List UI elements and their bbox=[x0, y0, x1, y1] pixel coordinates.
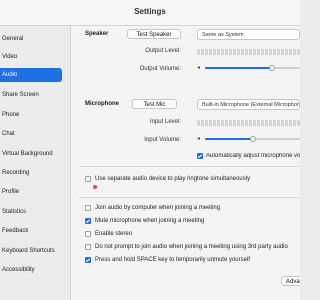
sidebar-item-audio[interactable]: Audio bbox=[0, 68, 62, 82]
sidebar-item-video[interactable]: Video bbox=[0, 50, 62, 64]
speaker-section-label: Speaker bbox=[85, 31, 109, 37]
sidebar-item-chat[interactable]: Chat bbox=[0, 127, 62, 141]
speaker-low-icon: ◂ bbox=[197, 65, 201, 71]
sidebar-item-label: Share Screen bbox=[2, 92, 39, 98]
join-audio-by-computer-checkbox[interactable] bbox=[85, 205, 91, 211]
separate-ringtone-device-label: Use separate audio device to play ringto… bbox=[95, 176, 251, 182]
sidebar-item-label: Keyboard Shortcuts bbox=[2, 248, 55, 254]
slider-fill bbox=[205, 138, 253, 140]
sidebar-item-label: Accessibility bbox=[2, 267, 35, 273]
sidebar-item-statistics[interactable]: Statistics bbox=[0, 205, 62, 219]
sidebar-item-label: Statistics bbox=[2, 209, 27, 215]
separate-ringtone-device-checkbox[interactable] bbox=[85, 176, 91, 182]
microphone-section-label: Microphone bbox=[85, 101, 119, 107]
slider-fill bbox=[205, 67, 272, 69]
input-volume-slider[interactable] bbox=[205, 135, 300, 143]
input-volume-label: Input Volume: bbox=[144, 137, 181, 143]
sidebar-item-accessibility[interactable]: Accessibility bbox=[0, 263, 62, 277]
sidebar-item-label: Chat bbox=[2, 131, 15, 137]
settings-window: Settings General Video Audio Share Scree… bbox=[0, 0, 300, 300]
sidebar-item-feedback[interactable]: Feedback bbox=[0, 224, 62, 238]
space-to-unmute-checkbox[interactable] bbox=[85, 257, 91, 263]
sidebar-item-label: Video bbox=[2, 54, 18, 60]
sidebar-item-label: Feedback bbox=[2, 228, 29, 234]
sidebar-item-label: Recording bbox=[2, 170, 30, 176]
sidebar-item-virtual-background[interactable]: Virtual Background bbox=[0, 147, 62, 161]
output-volume-label: Output Volume: bbox=[139, 66, 181, 72]
slider-thumb[interactable] bbox=[268, 65, 275, 71]
space-to-unmute-label: Press and hold SPACE key to temporarily … bbox=[95, 257, 250, 263]
divider bbox=[79, 197, 300, 198]
sidebar-item-phone[interactable]: Phone bbox=[0, 108, 62, 122]
audio-settings-panel: Speaker Test Speaker Same as System Outp… bbox=[71, 26, 300, 300]
sidebar-item-share-screen[interactable]: Share Screen bbox=[0, 88, 62, 102]
sidebar-item-keyboard-shortcuts[interactable]: Keyboard Shortcuts bbox=[0, 244, 62, 258]
sidebar-item-label: General bbox=[2, 36, 24, 42]
input-level-label: Input Level: bbox=[149, 119, 181, 125]
ringtone-alert-dot bbox=[93, 185, 97, 189]
sidebar-item-profile[interactable]: Profile bbox=[0, 185, 62, 199]
mute-mic-on-join-checkbox[interactable] bbox=[85, 218, 91, 224]
test-speaker-button[interactable]: Test Speaker bbox=[127, 29, 181, 39]
enable-stereo-checkbox[interactable] bbox=[85, 231, 91, 237]
test-mic-button[interactable]: Test Mic bbox=[132, 99, 177, 109]
auto-adjust-mic-checkbox[interactable] bbox=[197, 153, 203, 159]
advanced-button[interactable]: Advanced bbox=[281, 276, 300, 286]
sidebar: General Video Audio Share Screen Phone C… bbox=[0, 26, 71, 300]
window-title: Settings bbox=[134, 7, 166, 16]
output-volume-slider[interactable] bbox=[205, 64, 300, 72]
microphone-device-select[interactable]: Built-in Microphone (External Microphone… bbox=[197, 99, 300, 110]
no-prompt-third-party-audio-checkbox[interactable] bbox=[85, 244, 91, 250]
speaker-low-icon: ◂ bbox=[197, 136, 201, 142]
sidebar-item-general[interactable]: General bbox=[0, 32, 62, 46]
output-level-meter bbox=[197, 49, 300, 55]
divider bbox=[79, 166, 300, 167]
no-prompt-third-party-audio-label: Do not prompt to join audio when joining… bbox=[95, 244, 288, 250]
sidebar-item-label: Profile bbox=[2, 189, 20, 195]
title-bar: Settings bbox=[0, 0, 300, 26]
output-level-label: Output Level: bbox=[145, 48, 181, 54]
input-level-meter bbox=[197, 120, 300, 126]
sidebar-item-label: Audio bbox=[2, 72, 18, 78]
join-audio-by-computer-label: Join audio by computer when joining a me… bbox=[95, 205, 221, 211]
sidebar-item-label: Virtual Background bbox=[2, 151, 53, 157]
mute-mic-on-join-label: Mute microphone when joining a meeting bbox=[95, 218, 205, 224]
speaker-device-select[interactable]: Same as System bbox=[197, 29, 300, 40]
sidebar-item-recording[interactable]: Recording bbox=[0, 166, 62, 180]
sidebar-item-label: Phone bbox=[2, 112, 20, 118]
auto-adjust-mic-label: Automatically adjust microphone volume bbox=[206, 153, 300, 159]
slider-thumb[interactable] bbox=[249, 136, 256, 142]
enable-stereo-label: Enable stereo bbox=[95, 231, 133, 237]
